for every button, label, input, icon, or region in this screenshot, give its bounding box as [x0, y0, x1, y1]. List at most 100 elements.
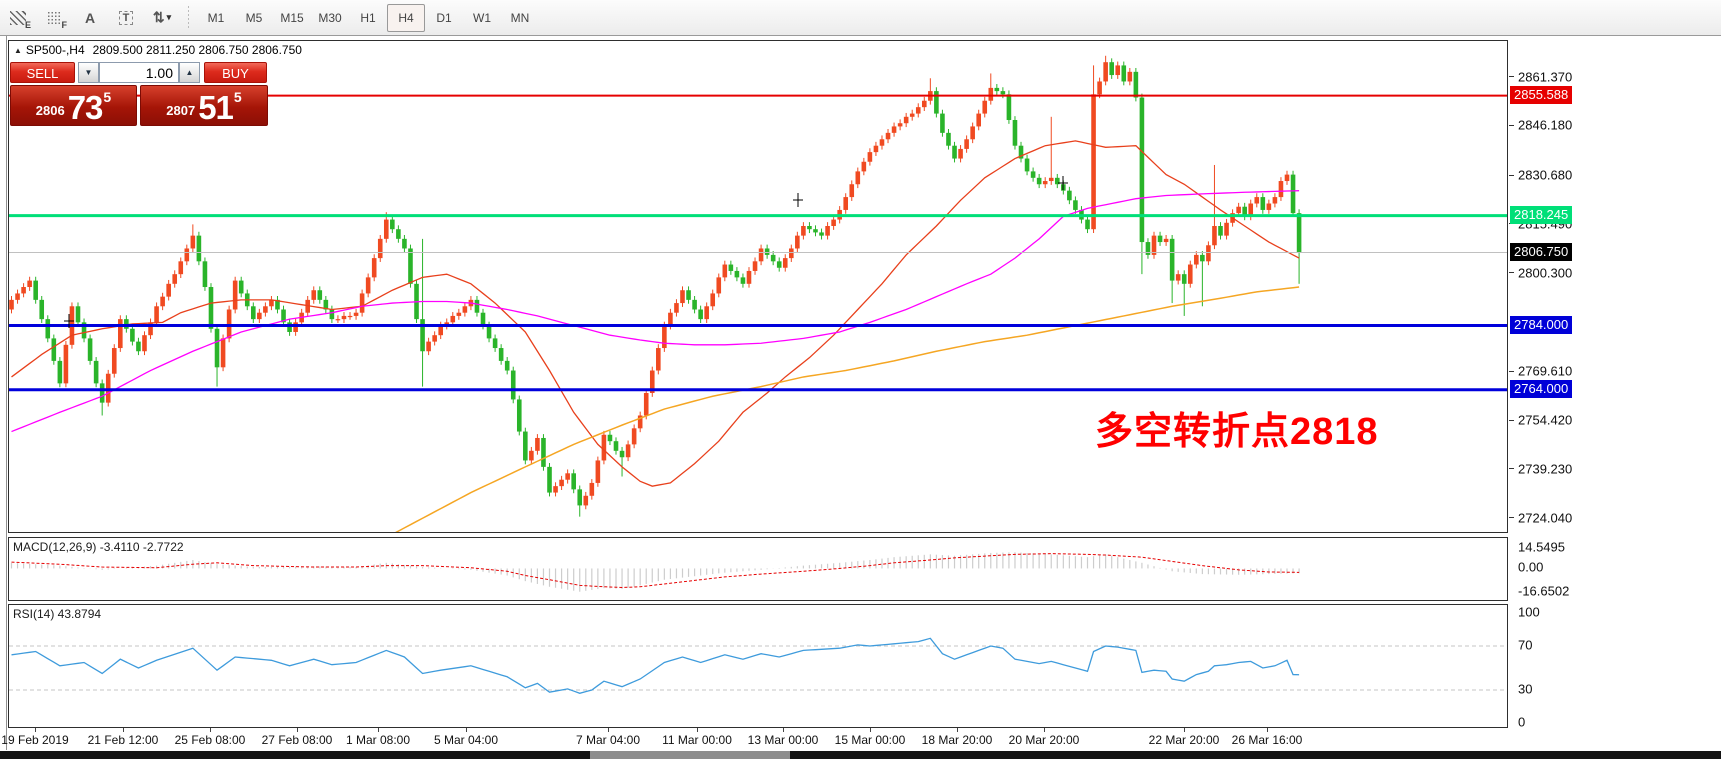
tab-timeframe-H4[interactable]: H4	[387, 4, 425, 32]
buy-price-prefix: 2807	[166, 103, 195, 118]
scrollbar-thumb[interactable]	[590, 751, 790, 759]
time-tick	[608, 728, 609, 732]
sell-price-sup: 5	[103, 89, 111, 105]
macd-tick-label: 14.5495	[1518, 539, 1565, 554]
price-tick-label: 2739.230	[1518, 461, 1572, 476]
time-tick	[123, 728, 124, 732]
tab-timeframe-MN[interactable]: MN	[501, 4, 539, 32]
price-tick-dash	[1509, 76, 1514, 77]
rsi-tick-label: 100	[1518, 605, 1540, 620]
toolbar: EFAT⇅▾ M1M5M15M30H1H4D1W1MN	[0, 0, 1721, 36]
timeframe-buttons: M1M5M15M30H1H4D1W1MN	[197, 4, 539, 32]
time-axis-label: 18 Mar 20:00	[922, 733, 993, 747]
text-box-icon[interactable]: T	[111, 5, 141, 31]
trade-prices-row: 2806 73 5 2807 51 5	[10, 85, 268, 126]
price-tick-label: 2800.300	[1518, 265, 1572, 280]
volume-down-spinner[interactable]: ▼	[78, 62, 99, 83]
time-tick	[378, 728, 379, 732]
price-tick-dash	[1509, 125, 1514, 126]
time-axis-label: 20 Mar 20:00	[1009, 733, 1080, 747]
time-axis-label: 13 Mar 00:00	[748, 733, 819, 747]
price-tick-dash	[1509, 468, 1514, 469]
price-badge: 2806.750	[1510, 243, 1572, 261]
time-axis-label: 25 Feb 08:00	[175, 733, 246, 747]
sell-price-prefix: 2806	[36, 103, 65, 118]
time-tick	[210, 728, 211, 732]
trading-terminal: EFAT⇅▾ M1M5M15M30H1H4D1W1MN ▲ SP500-,H4 28…	[0, 0, 1721, 759]
price-tick-dash	[1509, 420, 1514, 421]
buy-price-sup: 5	[234, 89, 242, 105]
collapse-triangle-icon[interactable]: ▲	[14, 46, 22, 55]
toolbar-separator	[188, 6, 189, 30]
buy-price-box[interactable]: 2807 51 5	[140, 85, 268, 126]
time-axis-label: 1 Mar 08:00	[346, 733, 410, 747]
time-axis[interactable]: 19 Feb 201921 Feb 12:0025 Feb 08:0027 Fe…	[8, 728, 1508, 751]
macd-pane[interactable]: MACD(12,26,9) -3.4110 -2.7722	[8, 537, 1508, 601]
buy-button[interactable]: BUY	[204, 62, 267, 83]
z-order-icon[interactable]: ⇅▾	[147, 5, 177, 31]
time-tick	[870, 728, 871, 732]
ohlc-values: 2809.500 2811.250 2806.750 2806.750	[93, 43, 302, 57]
rsi-tick-label: 0	[1518, 714, 1525, 729]
horizontal-scrollbar[interactable]	[0, 751, 1721, 759]
time-axis-label: 22 Mar 20:00	[1149, 733, 1220, 747]
time-tick	[35, 728, 36, 732]
volume-up-spinner[interactable]: ▲	[179, 62, 200, 83]
volume-input[interactable]	[99, 62, 179, 83]
tab-timeframe-D1[interactable]: D1	[425, 4, 463, 32]
symbol-label: SP500-,H4	[26, 43, 85, 57]
expert-advisor-icon[interactable]: E	[3, 5, 33, 31]
toolbar-icons: EFAT⇅▾	[0, 5, 180, 31]
price-tick-dash	[1509, 272, 1514, 273]
tab-timeframe-W1[interactable]: W1	[463, 4, 501, 32]
macd-tick-label: 0.00	[1518, 560, 1543, 575]
price-tick-label: 2769.610	[1518, 364, 1572, 379]
text-label-icon[interactable]: A	[75, 5, 105, 31]
rsi-canvas[interactable]	[9, 605, 1507, 727]
price-tick-dash	[1509, 371, 1514, 372]
time-tick	[1044, 728, 1045, 732]
price-badge: 2784.000	[1510, 316, 1572, 334]
time-tick	[466, 728, 467, 732]
rsi-tick-label: 70	[1518, 638, 1532, 653]
price-tick-label: 2754.420	[1518, 413, 1572, 428]
price-tick-label: 2724.040	[1518, 510, 1572, 525]
tab-timeframe-M30[interactable]: M30	[311, 4, 349, 32]
time-axis-label: 19 Feb 2019	[1, 733, 68, 747]
rsi-label: RSI(14) 43.8794	[13, 607, 101, 621]
time-tick	[297, 728, 298, 732]
rsi-pane[interactable]: RSI(14) 43.8794	[8, 604, 1508, 728]
main-chart-pane[interactable]: ▲ SP500-,H4 2809.500 2811.250 2806.750 280…	[8, 40, 1508, 533]
time-axis-label: 27 Feb 08:00	[262, 733, 333, 747]
tab-timeframe-M5[interactable]: M5	[235, 4, 273, 32]
time-tick	[697, 728, 698, 732]
chart-title: ▲ SP500-,H4 2809.500 2811.250 2806.750 280…	[14, 43, 302, 57]
time-tick	[783, 728, 784, 732]
price-badge: 2818.245	[1510, 206, 1572, 224]
tab-timeframe-H1[interactable]: H1	[349, 4, 387, 32]
price-axis[interactable]: 2861.3702846.1802830.6802815.4902800.300…	[1508, 36, 1721, 751]
horizontal-level-lines	[9, 96, 1507, 390]
price-tick-label: 2830.680	[1518, 168, 1572, 183]
price-tick-dash	[1509, 175, 1514, 176]
tab-timeframe-M15[interactable]: M15	[273, 4, 311, 32]
price-badge: 2764.000	[1510, 380, 1572, 398]
time-axis-label: 21 Feb 12:00	[88, 733, 159, 747]
price-tick-label: 2846.180	[1518, 118, 1572, 133]
sell-price-big: 73	[68, 91, 103, 124]
sell-price-box[interactable]: 2806 73 5	[10, 85, 137, 126]
rsi-tick-label: 30	[1518, 681, 1532, 696]
macd-canvas[interactable]	[9, 538, 1507, 600]
price-badge: 2855.588	[1510, 86, 1572, 104]
sell-button[interactable]: SELL	[10, 62, 75, 83]
time-axis-label: 7 Mar 04:00	[576, 733, 640, 747]
chart-annotation-text: 多空转折点2818	[1095, 400, 1379, 455]
macd-label: MACD(12,26,9) -3.4110 -2.7722	[13, 540, 184, 554]
trade-controls-row: SELL ▼ ▲ BUY	[10, 62, 267, 83]
price-tick-label: 2861.370	[1518, 69, 1572, 84]
tab-timeframe-M1[interactable]: M1	[197, 4, 235, 32]
time-tick	[1267, 728, 1268, 732]
time-tick	[957, 728, 958, 732]
time-axis-label: 26 Mar 16:00	[1232, 733, 1303, 747]
grid-icon[interactable]: F	[39, 5, 69, 31]
